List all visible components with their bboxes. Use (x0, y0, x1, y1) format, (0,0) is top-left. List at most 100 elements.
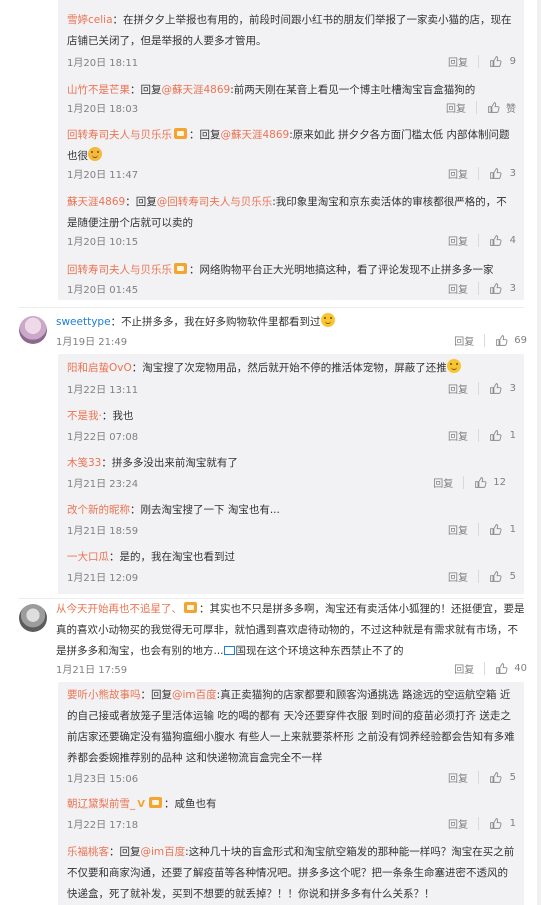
comment-text: 拼多多没出来前淘宝就有了 (111, 457, 238, 469)
reply-button[interactable]: 回复 (448, 522, 468, 537)
reply-button[interactable]: 回复 (448, 54, 468, 69)
weibo-comment-page: 雪婷celia：在拼夕夕上举报也有用的，前段时间跟小红书的朋友们举报了一家卖小猫… (0, 0, 541, 905)
thumbs-up-icon (488, 101, 500, 113)
username-link[interactable]: 乐福桃客 (67, 846, 109, 858)
member-badge-icon (149, 797, 162, 808)
like-button[interactable]: 3 (489, 167, 516, 180)
username-link[interactable]: sweettype (56, 316, 111, 328)
thumbs-up-icon (490, 234, 502, 246)
thumbs-up-icon (496, 334, 508, 346)
user-avatar[interactable] (19, 604, 47, 632)
user-avatar[interactable] (19, 316, 47, 344)
reply-button[interactable]: 回复 (448, 569, 468, 584)
smile-emoji-icon (446, 359, 461, 373)
scrollbar[interactable] (537, 0, 541, 905)
reply-button[interactable]: 回复 (448, 770, 468, 785)
username-link[interactable]: 要听小熊故事吗 (67, 689, 141, 701)
smile-emoji-icon (320, 313, 335, 327)
reply-item: 乐福桃客：回复@im百度:这种几十块的盲盒形式和淘宝航空箱发的那种能一样吗？淘宝… (67, 846, 515, 900)
reply-button[interactable]: 回复 (454, 661, 474, 676)
comment-text: 网络购物平台正大光明地搞这种，看了评论发现不止拼多多一家 (199, 264, 494, 276)
reply-button[interactable]: 回复 (433, 475, 453, 490)
comment-time: 1月21日 23:24 (67, 479, 139, 490)
like-button[interactable]: 12 (474, 476, 506, 489)
like-button[interactable]: 1 (489, 523, 516, 536)
comment-text: 我也 (112, 410, 134, 422)
thumbs-up-icon (490, 282, 502, 294)
username-link[interactable]: 山竹不是芒果 (67, 84, 130, 96)
reply-button[interactable]: 回复 (448, 281, 468, 296)
like-button[interactable]: 4 (489, 234, 516, 247)
reply-button[interactable]: 回复 (446, 100, 466, 115)
comment-text: 在拼夕夕上举报也有用的，前段时间跟小红书的朋友们举报了一家卖小猫的店，现在店铺已… (67, 14, 512, 47)
mention-link[interactable]: @im百度 (141, 846, 186, 858)
like-button[interactable]: 1 (489, 817, 516, 830)
comment-time: 1月22日 07:08 (67, 432, 139, 443)
like-button[interactable]: 3 (489, 282, 516, 295)
thumbs-up-icon (490, 429, 502, 441)
reply-button[interactable]: 回复 (448, 233, 468, 248)
like-button[interactable]: 1 (489, 429, 516, 442)
username-link[interactable]: 雪婷celia (67, 14, 113, 26)
vip-badge-icon: V (137, 799, 145, 810)
like-button[interactable]: 5 (489, 771, 516, 784)
like-button[interactable]: 69 (495, 334, 527, 347)
thumbs-up-icon (490, 382, 502, 394)
username-link[interactable]: 改个新的昵称 (67, 504, 130, 516)
reply-item: 回转寿司夫人与贝乐乐 ：网络购物平台正大光明地搞这种，看了评论发现不止拼多多一家 … (67, 263, 516, 296)
username-link[interactable]: 回转寿司夫人与贝乐乐 (67, 129, 172, 141)
comment-time: 1月20日 10:15 (67, 237, 139, 248)
mention-link[interactable]: @回转寿司夫人与贝乐乐 (157, 196, 273, 208)
thumbs-up-icon (496, 662, 508, 674)
reply-button[interactable]: 回复 (448, 816, 468, 831)
thumbs-up-icon (490, 771, 502, 783)
reply-item: 不是我·：我也 1月22日 07:08 回复 1 (67, 410, 516, 443)
like-button[interactable]: 赞 (487, 100, 516, 115)
comment-time: 1月21日 18:59 (67, 526, 139, 537)
like-button[interactable]: 3 (489, 382, 516, 395)
reply-button[interactable]: 回复 (448, 381, 468, 396)
member-badge-icon (184, 602, 197, 613)
mention-link[interactable]: @蘇天涯4869 (162, 84, 231, 96)
like-button[interactable]: 40 (495, 662, 527, 675)
thumbs-up-icon (490, 817, 502, 829)
comment-time: 1月22日 17:18 (67, 820, 139, 831)
comment-text: 咸鱼也有 (174, 798, 217, 810)
reply-item: 改个新的昵称：刚去淘宝搜了一下 淘宝也有... 1月21日 18:59 回复 1 (67, 504, 516, 537)
reply-item: 一大口瓜：是的，我在淘宝也看到过 1月21日 12:09 回复 5 (67, 551, 516, 584)
username-link[interactable]: 从今天开始再也不追星了、 (56, 603, 182, 615)
thumbs-up-icon (475, 476, 487, 488)
member-badge-icon (174, 128, 187, 139)
username-link[interactable]: 木笺33 (67, 457, 101, 469)
reply-item: 蘇天涯4869：回复@回转寿司夫人与贝乐乐:我印象里淘宝和京东卖活体的审核都很严… (67, 196, 516, 248)
reply-item: 回转寿司夫人与贝乐乐 ：回复@蘇天涯4869:原来如此 拼夕夕各方面门槛太低 内部… (67, 128, 516, 181)
mention-link[interactable]: @蘇天涯4869 (221, 129, 290, 141)
reply-item: 阳和启蛰OvO：淘宝搜了次宠物用品，然后就开始不停的推活体宠物，屏蔽了还推 1月… (67, 358, 516, 396)
comment-time: 1月20日 11:47 (67, 170, 139, 181)
comment-item: sweettype：不止拼多多，我在好多购物软件里都看到过 1月19日 21:4… (56, 312, 527, 348)
image-link-icon (223, 646, 235, 655)
username-link[interactable]: 蘇天涯4869 (67, 196, 125, 208)
like-button[interactable]: 5 (489, 570, 516, 583)
mention-link[interactable]: @im百度 (172, 689, 217, 701)
username-link[interactable]: 朝辽黛梨前雪_ (67, 798, 135, 810)
username-link[interactable]: 不是我· (67, 410, 102, 422)
comment-text-continued: 国现在这个环境这种东西禁止不了的 (235, 645, 404, 657)
reply-item: 要听小熊故事吗：回复@im百度:真正卖猫狗的店家都要和顾客沟通挑选 路途远的空运… (67, 689, 516, 785)
reply-item: 木笺33：拼多多没出来前淘宝就有了 1月21日 23:24 回复 12 (67, 457, 506, 490)
reply-button[interactable]: 回复 (448, 166, 468, 181)
reply-item: 雪婷celia：在拼夕夕上举报也有用的，前段时间跟小红书的朋友们举报了一家卖小猫… (67, 14, 516, 69)
username-link[interactable]: 一大口瓜 (67, 551, 109, 563)
username-link[interactable]: 阳和启蛰OvO (67, 362, 132, 374)
thumbs-up-icon (490, 55, 502, 67)
like-button[interactable]: 9 (489, 55, 516, 68)
reply-thread-box: 要听小熊故事吗：回复@im百度:真正卖猫狗的店家都要和顾客沟通挑选 路途远的空运… (58, 682, 524, 905)
username-link[interactable]: 回转寿司夫人与贝乐乐 (67, 264, 172, 276)
reply-button[interactable]: 回复 (448, 428, 468, 443)
comment-text: 不止拼多多，我在好多购物软件里都看到过 (121, 316, 321, 328)
reply-button[interactable]: 回复 (454, 333, 474, 348)
comment-text: :我印象里淘宝和京东卖活体的审核都很严格的，不是随便注册个店就可以卖的 (67, 196, 507, 229)
comment-time: 1月20日 18:11 (67, 58, 139, 69)
comment-text: :前两天刚在某音上看见一个博主吐槽淘宝盲盒猫狗的 (230, 84, 476, 96)
thumbs-up-icon (490, 570, 502, 582)
